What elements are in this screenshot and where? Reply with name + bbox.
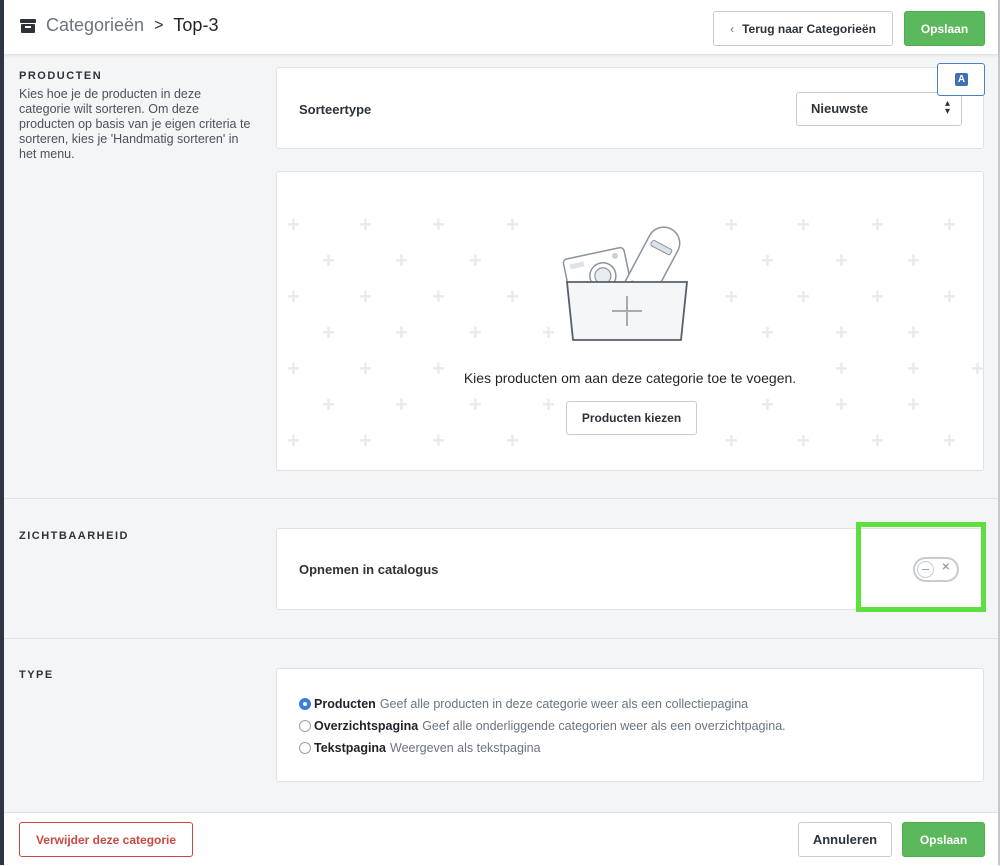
- products-section-title: PRODUCTEN: [19, 70, 103, 82]
- section-divider: [4, 498, 998, 499]
- footer-bar: Verwijder deze categorie Annuleren Opsla…: [4, 812, 998, 866]
- page-title: Top-3: [173, 15, 219, 35]
- include-in-catalog-label: Opnemen in catalogus: [299, 562, 439, 577]
- save-button-bottom[interactable]: Opslaan: [902, 822, 985, 857]
- language-switch-button[interactable]: A: [937, 63, 985, 96]
- type-option-overview[interactable]: Overzichtspagina Geef alle onderliggende…: [299, 719, 786, 733]
- radio-button[interactable]: [299, 742, 311, 754]
- breadcrumb-separator-icon: >: [154, 16, 164, 34]
- sort-type-select[interactable]: Nieuwste ▴ ▾: [796, 92, 962, 126]
- delete-category-button[interactable]: Verwijder deze categorie: [19, 822, 193, 857]
- product-basket-illustration-icon: [562, 226, 688, 341]
- translate-icon: A: [955, 73, 968, 86]
- type-section-title: TYPE: [19, 669, 54, 681]
- sort-type-value: Nieuwste: [811, 101, 869, 116]
- section-divider: [4, 638, 998, 639]
- highlight-box: [856, 522, 986, 612]
- back-to-categories-button[interactable]: ‹ Terug naar Categorieën: [713, 11, 893, 46]
- radio-button[interactable]: [299, 720, 311, 732]
- products-section-description: Kies hoe je de producten in deze categor…: [19, 87, 251, 161]
- type-option-products[interactable]: Producten Geef alle producten in deze ca…: [299, 697, 748, 711]
- cancel-button[interactable]: Annuleren: [798, 822, 892, 857]
- empty-state-message: Kies producten om aan deze categorie toe…: [463, 370, 797, 386]
- products-empty-card: + + + + + + + + + + + + + + + + + + + + …: [276, 171, 984, 471]
- save-button-top[interactable]: Opslaan: [904, 11, 985, 46]
- type-option-text-page[interactable]: Tekstpagina Weergeven als tekstpagina: [299, 741, 541, 755]
- breadcrumb: Categorieën > Top-3: [20, 15, 218, 36]
- sort-type-card: Sorteertype Nieuwste ▴ ▾: [276, 67, 984, 149]
- back-button-label: Terug naar Categorieën: [742, 21, 876, 36]
- type-card: Producten Geef alle producten in deze ca…: [276, 668, 984, 782]
- sort-type-label: Sorteertype: [299, 102, 372, 117]
- chevron-left-icon: ‹: [730, 21, 735, 36]
- left-edge: [0, 0, 4, 865]
- visibility-section-title: ZICHTBAARHEID: [19, 530, 129, 542]
- archive-box-icon: [20, 18, 36, 33]
- radio-button-checked[interactable]: [299, 698, 311, 710]
- breadcrumb-parent-link[interactable]: Categorieën: [46, 15, 144, 36]
- choose-products-button[interactable]: Producten kiezen: [566, 401, 697, 435]
- select-arrows-icon: ▴ ▾: [944, 98, 950, 117]
- top-bar: Categorieën > Top-3 ‹ Terug naar Categor…: [4, 0, 998, 55]
